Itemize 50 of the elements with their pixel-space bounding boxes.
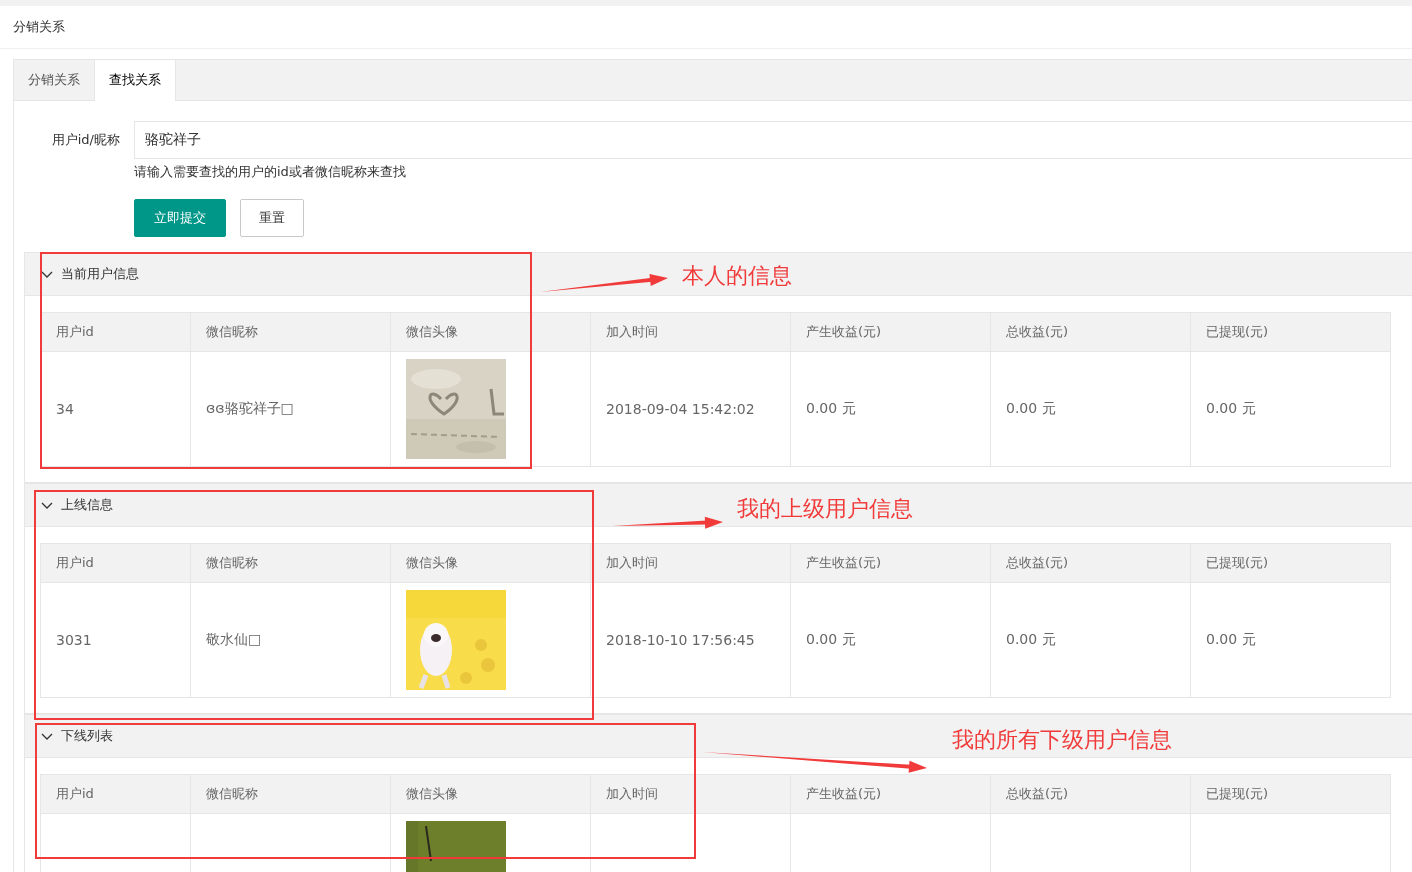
column-header: 总收益(元) bbox=[990, 543, 1191, 583]
panel-title: 下线列表 bbox=[61, 727, 113, 745]
table-cell: 敬水仙□ bbox=[190, 582, 391, 698]
column-header: 加入时间 bbox=[590, 543, 791, 583]
table-cell: 0.00 元 bbox=[990, 351, 1191, 467]
column-header: 微信昵称 bbox=[190, 543, 391, 583]
column-header: 产生收益(元) bbox=[790, 774, 991, 814]
column-header: 已提现(元) bbox=[1190, 774, 1391, 814]
table-cell: 34 bbox=[40, 351, 191, 467]
annotation-text: 我的所有下级用户信息 bbox=[952, 729, 1172, 751]
table-cell: 3031 bbox=[40, 582, 191, 698]
tab[interactable]: 查找关系 bbox=[94, 60, 176, 101]
column-header: 加入时间 bbox=[590, 312, 791, 352]
panel-title: 上线信息 bbox=[61, 496, 113, 514]
column-header: 微信头像 bbox=[390, 543, 591, 583]
panel-header[interactable]: 当前用户信息 本人的信息 bbox=[25, 252, 1412, 296]
table-cell: 0.00 元 bbox=[790, 582, 991, 698]
column-header: 用户id bbox=[40, 774, 191, 814]
table-cell: 2018-10-10 17:56:45 bbox=[590, 582, 791, 698]
field-hint: 请输入需要查找的用户的id或者微信昵称来查找 bbox=[134, 163, 407, 181]
column-header: 微信昵称 bbox=[190, 774, 391, 814]
table-cell: 0.00 元 bbox=[1190, 351, 1391, 467]
annotation-text: 我的上级用户信息 bbox=[737, 498, 913, 520]
table-cell: 0.00 元 bbox=[990, 582, 1191, 698]
table-cell: ɞɞ骆驼祥子□ bbox=[190, 351, 391, 467]
table-cell: 2018-09-04 15:42:02 bbox=[590, 351, 791, 467]
column-header: 加入时间 bbox=[590, 774, 791, 814]
page-title: 分销关系 bbox=[13, 18, 65, 36]
tab[interactable]: 分销关系 bbox=[14, 60, 94, 100]
field-label: 用户id/昵称 bbox=[50, 131, 121, 149]
column-header: 用户id bbox=[40, 543, 191, 583]
column-header: 微信昵称 bbox=[190, 312, 391, 352]
column-header: 微信头像 bbox=[390, 312, 591, 352]
column-header: 产生收益(元) bbox=[790, 543, 991, 583]
reset-button[interactable]: 重置 bbox=[240, 199, 304, 237]
column-header: 已提现(元) bbox=[1190, 543, 1391, 583]
column-header: 微信头像 bbox=[390, 774, 591, 814]
column-header: 已提现(元) bbox=[1190, 312, 1391, 352]
submit-button[interactable]: 立即提交 bbox=[134, 199, 226, 237]
panel-title: 当前用户信息 bbox=[61, 265, 139, 283]
annotation-text: 本人的信息 bbox=[682, 265, 792, 287]
panel-header[interactable]: 下线列表 我的所有下级用户信息 bbox=[25, 714, 1412, 758]
table-cell: 0.00 元 bbox=[1190, 582, 1391, 698]
panel-header[interactable]: 上线信息 我的上级用户信息 bbox=[25, 483, 1412, 527]
column-header: 产生收益(元) bbox=[790, 312, 991, 352]
column-header: 总收益(元) bbox=[990, 774, 1191, 814]
table-cell: 0.00 元 bbox=[790, 351, 991, 467]
column-header: 用户id bbox=[40, 312, 191, 352]
column-header: 总收益(元) bbox=[990, 312, 1191, 352]
search-field[interactable]: 骆驼祥子 bbox=[134, 121, 1412, 159]
